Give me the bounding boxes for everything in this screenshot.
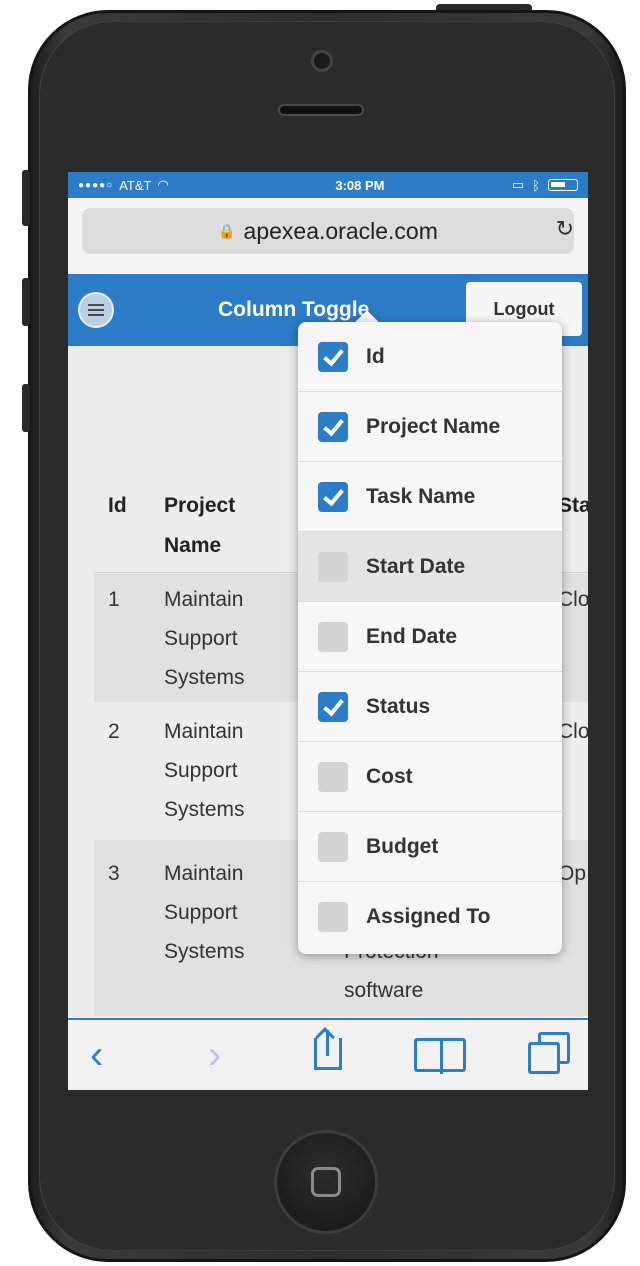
menu-button[interactable] xyxy=(78,292,114,328)
toggle-option-label: Status xyxy=(366,694,431,718)
toggle-option-label: End Date xyxy=(366,624,458,648)
front-camera xyxy=(311,50,333,72)
toggle-option-assigned-to[interactable]: Assigned To xyxy=(298,882,562,952)
lock-icon: 🔒 xyxy=(218,222,236,239)
earpiece-speaker xyxy=(278,104,364,116)
checkbox[interactable] xyxy=(318,411,348,442)
cell-project: Systems xyxy=(164,798,245,821)
column-header-id[interactable]: Id xyxy=(108,486,127,526)
signal-icon: ●●●●○ xyxy=(78,179,114,191)
screen: ●●●●○ AT&T ◠ 3:08 PM ▭ ᛒ 🔒 apexea.oracle… xyxy=(68,172,588,1090)
status-bar: ●●●●○ AT&T ◠ 3:08 PM ▭ ᛒ xyxy=(68,172,588,198)
checkbox[interactable] xyxy=(318,902,348,932)
toggle-option-label: Budget xyxy=(366,834,439,858)
carrier-label: AT&T xyxy=(119,177,152,193)
column-header-status[interactable]: Sta xyxy=(558,486,588,526)
checkbox[interactable] xyxy=(318,551,348,582)
wifi-icon: ◠ xyxy=(157,177,169,192)
toggle-option-budget[interactable]: Budget xyxy=(298,812,562,882)
cell-project: Maintain xyxy=(164,588,244,611)
status-time: 3:08 PM xyxy=(335,177,385,193)
toggle-option-label: Start Date xyxy=(366,554,466,578)
browser-address-bar: 🔒 apexea.oracle.com ↻ xyxy=(68,198,588,274)
cell-task: software xyxy=(344,979,424,1002)
cell-project: Support xyxy=(164,901,238,924)
toggle-option-end-date[interactable]: End Date xyxy=(298,602,562,672)
toggle-option-status[interactable]: Status xyxy=(298,672,562,742)
cell-id: 3 xyxy=(108,862,120,885)
volume-up-button xyxy=(22,278,30,326)
column-toggle-popup: Id Project Name Task Name Start Date End… xyxy=(298,322,562,954)
forward-icon[interactable]: › xyxy=(208,1032,221,1078)
toggle-option-label: Task Name xyxy=(366,484,476,508)
cell-project: Systems xyxy=(164,940,245,963)
airplay-icon: ▭ xyxy=(511,177,525,192)
cell-project: Support xyxy=(164,627,238,650)
toggle-option-cost[interactable]: Cost xyxy=(298,742,562,812)
checkbox[interactable] xyxy=(318,621,348,652)
cell-id: 2 xyxy=(108,720,120,743)
toggle-option-start-date[interactable]: Start Date xyxy=(298,532,562,602)
checkbox[interactable] xyxy=(318,831,348,862)
volume-down-button xyxy=(22,384,30,432)
cell-status: Op xyxy=(558,862,587,885)
cell-project: Maintain xyxy=(164,720,244,743)
cell-status: Clo xyxy=(558,720,588,743)
bluetooth-icon: ᛒ xyxy=(532,177,540,193)
toggle-option-project-name[interactable]: Project Name xyxy=(298,392,562,462)
cell-project: Maintain xyxy=(164,862,244,885)
hamburger-icon xyxy=(88,304,104,316)
reload-icon[interactable]: ↻ xyxy=(556,216,574,242)
url-field[interactable]: 🔒 apexea.oracle.com xyxy=(82,208,574,254)
back-icon[interactable]: ‹ xyxy=(90,1032,103,1078)
browser-toolbar: ‹ › xyxy=(68,1018,588,1090)
toggle-option-id[interactable]: Id xyxy=(298,322,562,392)
home-button[interactable] xyxy=(274,1130,378,1234)
column-header-project-line2: Name xyxy=(164,534,222,557)
cell-id: 1 xyxy=(108,588,120,611)
checkbox[interactable] xyxy=(318,761,348,792)
checkbox[interactable] xyxy=(318,481,348,512)
toggle-option-label: Project Name xyxy=(366,414,501,438)
checkbox[interactable] xyxy=(318,691,348,722)
bookmarks-icon[interactable] xyxy=(414,1038,466,1074)
toggle-option-label: Id xyxy=(366,344,385,368)
cell-status: Clo xyxy=(558,588,588,611)
page-title: Column Toggle xyxy=(218,298,370,321)
toggle-option-label: Assigned To xyxy=(366,905,491,928)
mute-switch xyxy=(22,170,30,226)
cell-project: Systems xyxy=(164,666,245,689)
column-header-project[interactable]: Project xyxy=(164,486,235,526)
url-text: apexea.oracle.com xyxy=(243,217,438,244)
checkbox[interactable] xyxy=(318,341,348,372)
toggle-option-task-name[interactable]: Task Name xyxy=(298,462,562,532)
battery-icon xyxy=(548,179,578,191)
cell-project: Support xyxy=(164,759,238,782)
toggle-option-label: Cost xyxy=(366,764,413,788)
